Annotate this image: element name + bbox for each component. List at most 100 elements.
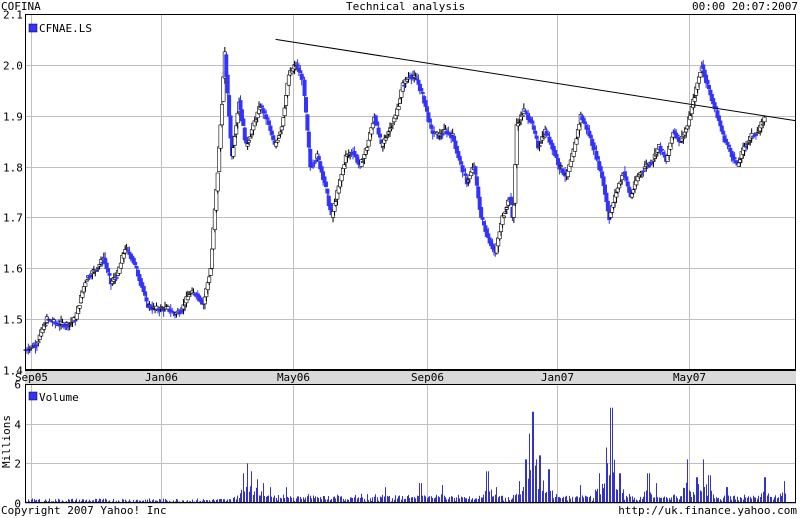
- candle-up: [365, 147, 370, 151]
- candle-down: [416, 79, 421, 85]
- candle-down: [440, 133, 445, 136]
- legend-label-volume: Volume: [39, 391, 79, 404]
- candle-down: [302, 79, 307, 96]
- candle-down: [266, 120, 271, 125]
- source-link[interactable]: http://uk.finance.yahoo.com: [618, 504, 797, 518]
- candle-down: [241, 118, 246, 126]
- candle-up: [520, 114, 525, 118]
- price-tick-label: 2.0: [3, 60, 23, 73]
- candle-down: [144, 297, 149, 302]
- candle-down: [509, 196, 514, 205]
- candle-down: [595, 156, 600, 160]
- candle-down: [225, 74, 230, 94]
- candle-up: [762, 116, 767, 123]
- date-tick-label: May06: [277, 371, 310, 384]
- price-tick-label: 1.9: [3, 111, 23, 124]
- price-plot-area: [25, 14, 796, 370]
- price-chart: 1.41.51.61.71.81.92.02.1 Sep05 Jan06 May06…: [0, 9, 797, 511]
- legend-swatch-volume: [28, 391, 38, 401]
- volume-plot-area: [25, 384, 796, 503]
- date-tick-label: May07: [673, 371, 706, 384]
- candle-up: [501, 215, 506, 218]
- candle-down: [323, 181, 328, 187]
- volume-axis-label: Millions: [0, 415, 13, 468]
- candle-down: [107, 273, 112, 276]
- candle-up: [286, 74, 291, 86]
- candle-down: [452, 135, 457, 142]
- price-tick-label: 1.7: [3, 212, 23, 225]
- candle-down: [583, 121, 588, 125]
- candle-down: [316, 156, 321, 161]
- candle-down: [378, 133, 383, 138]
- price-legend: CFNAE.LS: [28, 22, 92, 35]
- candle-up: [761, 123, 766, 126]
- candle-down: [641, 170, 646, 172]
- candle-up: [537, 145, 542, 147]
- candle-up: [450, 133, 455, 136]
- candle-down: [301, 76, 306, 79]
- volume-tick-label: 6: [14, 379, 21, 392]
- candle-up: [681, 137, 686, 140]
- candle-down: [325, 188, 330, 194]
- candle-up: [232, 136, 237, 146]
- candle-down: [753, 133, 758, 136]
- price-tick-label: 2.1: [3, 9, 23, 22]
- candle-down: [133, 261, 138, 266]
- candle-up: [396, 106, 401, 110]
- candle-up: [77, 305, 82, 309]
- candle-up: [247, 140, 252, 143]
- candle-up: [275, 139, 280, 143]
- candle-down: [473, 166, 478, 175]
- candle-down: [463, 173, 468, 176]
- candle-up: [215, 172, 220, 192]
- date-tick-label: Sep06: [411, 371, 444, 384]
- copyright: Copyright 2007 Yahoo! Inc: [1, 504, 167, 517]
- volume-tick-label: 4: [14, 419, 21, 432]
- volume-tick-label: 2: [14, 458, 21, 471]
- candle-down: [114, 277, 119, 279]
- candle-down: [303, 97, 308, 113]
- candle-up: [231, 147, 236, 157]
- candle-down: [427, 118, 432, 123]
- price-tick-label: 1.6: [3, 263, 23, 276]
- candle-up: [118, 262, 123, 269]
- candle-down: [721, 130, 726, 135]
- candle-down: [328, 202, 333, 211]
- candle-down: [701, 64, 706, 70]
- candle-down: [598, 166, 603, 172]
- candle-down: [523, 110, 528, 112]
- candle-down: [238, 100, 243, 111]
- candle-down: [705, 79, 710, 84]
- candle-up: [541, 136, 546, 139]
- candle-up: [389, 127, 394, 130]
- legend-label-price: CFNAE.LS: [39, 22, 92, 35]
- candle-up: [279, 126, 284, 131]
- legend-swatch-price: [28, 23, 38, 33]
- candle-down: [423, 100, 428, 107]
- candle-down: [134, 265, 139, 269]
- candle-up: [165, 306, 170, 310]
- candle-down: [419, 87, 424, 91]
- candle-up: [511, 204, 516, 218]
- candle-down: [306, 131, 311, 148]
- candle-up: [281, 117, 286, 127]
- candle-up: [207, 276, 212, 283]
- candle-up: [36, 341, 41, 344]
- candle-up: [755, 132, 760, 134]
- price-tick-label: 1.5: [3, 314, 23, 327]
- candle-down: [732, 157, 737, 160]
- candle-up: [219, 104, 224, 126]
- candle-down: [675, 134, 680, 137]
- candle-up: [83, 282, 88, 287]
- candle-up: [210, 248, 215, 269]
- candle-up: [43, 324, 48, 327]
- candle-up: [390, 123, 395, 126]
- candle-up: [513, 164, 518, 204]
- candle-down: [420, 92, 425, 94]
- candle-up: [218, 124, 223, 149]
- candle-up: [124, 247, 129, 249]
- candle-down: [625, 181, 630, 187]
- candle-down: [659, 148, 664, 151]
- candle-up: [558, 165, 563, 168]
- date-tick-label: Jan06: [145, 371, 178, 384]
